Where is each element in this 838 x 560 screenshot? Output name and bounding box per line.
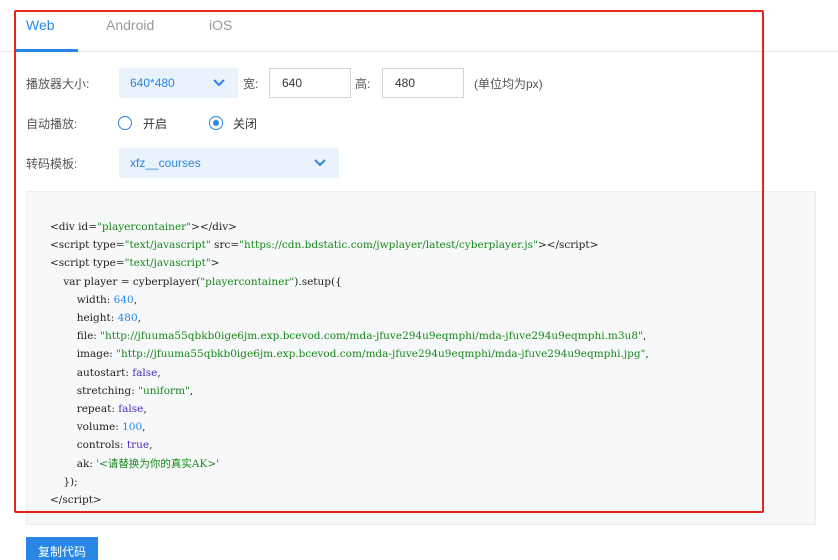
code-line: image: "http://jfuuma55qbkb0ige6jm.exp.b… [50, 348, 649, 361]
tab-android[interactable]: Android [106, 17, 154, 33]
code-line: <script type="text/javascript" src="http… [50, 239, 599, 252]
height-input[interactable] [382, 68, 464, 98]
code-line: autostart: false, [50, 366, 161, 379]
code-line: height: 480, [50, 312, 142, 325]
code-line: <script type="text/javascript"> [50, 257, 220, 270]
player-size-label: 播放器大小: [26, 77, 90, 91]
code-line: volume: 100, [50, 421, 146, 434]
platform-tabs: Web Android iOS [0, 0, 838, 52]
code-line: controls: true, [50, 439, 153, 452]
code-line: </script> [50, 494, 102, 507]
width-label: 宽: [243, 77, 259, 91]
code-line: file: "http://jfuuma55qbkb0ige6jm.exp.bc… [50, 330, 647, 343]
code-line: width: 640, [50, 293, 138, 306]
active-tab-indicator [14, 49, 78, 52]
player-size-select[interactable]: 640*480 [119, 68, 238, 98]
autoplay-on-radio[interactable] [118, 116, 132, 130]
autoplay-on-label: 开启 [143, 117, 168, 131]
chevron-down-icon [213, 79, 225, 87]
chevron-down-icon [314, 159, 326, 167]
code-line: stretching: "uniform", [50, 384, 194, 397]
autoplay-off-label: 关闭 [233, 117, 258, 131]
autoplay-label: 自动播放: [26, 117, 78, 131]
width-input[interactable] [269, 68, 351, 98]
embed-code-box: <div id="playercontainer"></div> <script … [26, 191, 816, 525]
template-select[interactable]: xfz__courses [119, 148, 339, 178]
autoplay-off-radio[interactable] [209, 116, 223, 130]
embed-code: <div id="playercontainer"></div> <script … [50, 218, 649, 509]
template-value: xfz__courses [130, 156, 201, 170]
copy-code-button[interactable]: 复制代码 [26, 537, 98, 560]
player-size-value: 640*480 [130, 76, 175, 90]
tab-ios[interactable]: iOS [209, 17, 232, 33]
code-line: var player = cyberplayer("playercontaine… [50, 275, 342, 288]
code-line: repeat: false, [50, 403, 147, 416]
tab-web[interactable]: Web [26, 17, 55, 33]
height-label: 高: [355, 77, 371, 91]
code-line: ak: '<请替换为你的真实AK>' [50, 457, 219, 470]
code-line: }); [50, 475, 78, 488]
code-line: <div id="playercontainer"></div> [50, 221, 237, 233]
unit-note: (单位均为px) [474, 77, 543, 91]
template-label: 转码模板: [26, 157, 78, 171]
